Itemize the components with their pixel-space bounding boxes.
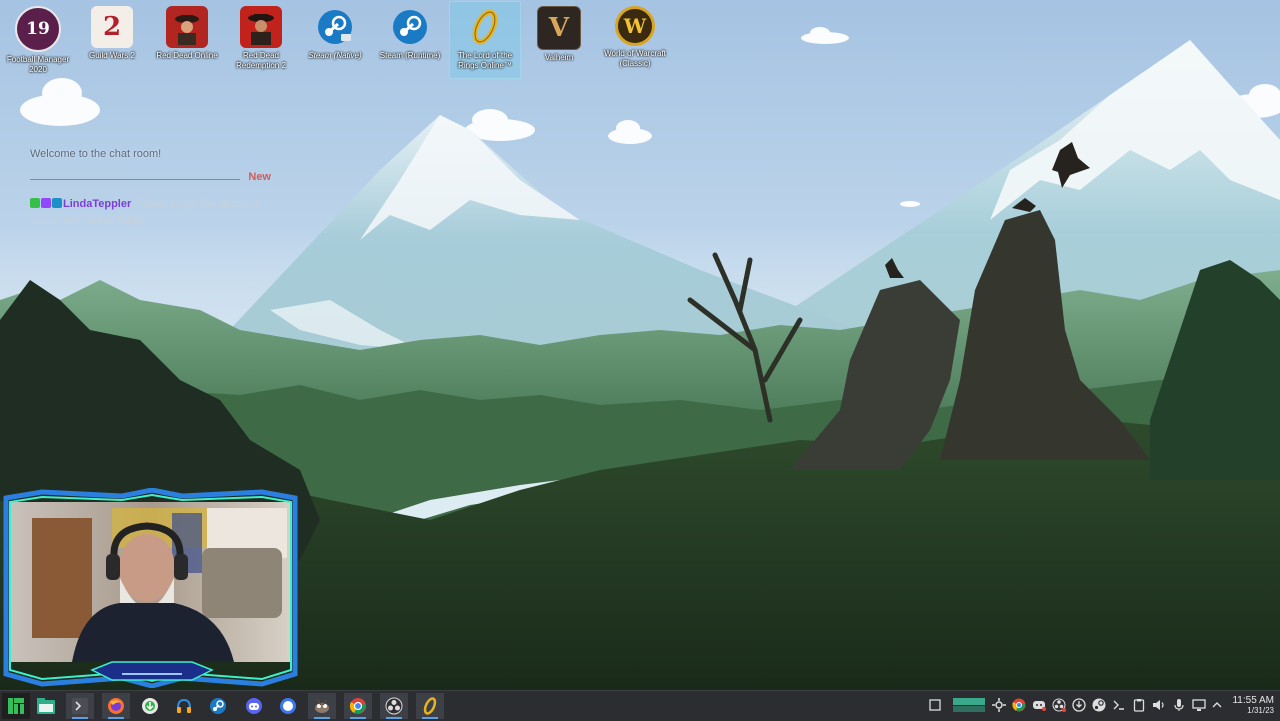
headset-app-icon: [177, 698, 191, 713]
lotro-ring-icon: [464, 6, 506, 48]
desktop-icon-label: Valheim: [544, 53, 574, 62]
manjaro-menu-icon: [8, 698, 24, 714]
guild-wars-2-icon: 2: [91, 6, 133, 48]
system-clock[interactable]: 11:55 AM 1/31/23: [1232, 695, 1274, 716]
desktop-icon-red-dead-redemption-2[interactable]: Red Dead Redemption 2: [226, 2, 296, 78]
clock-date: 1/31/23: [1247, 706, 1274, 715]
webcam-frame: [3, 488, 298, 688]
taskbar-lotro[interactable]: [416, 693, 444, 719]
show-desktop-icon: [929, 699, 941, 711]
desktop-icon-world-of-warcraft[interactable]: W World of Warcraft (Classic): [600, 2, 670, 78]
taskbar-gimp[interactable]: [308, 693, 336, 719]
crown-badge-icon: [52, 198, 62, 208]
tray-chrome[interactable]: [1012, 698, 1026, 712]
desktop-icon-label: The Lord of the Rings Online™: [457, 51, 513, 70]
lotro-ring-icon: [423, 697, 437, 715]
firefox-icon: [108, 698, 124, 714]
steam-icon: [314, 6, 356, 48]
application-menu-button[interactable]: [2, 693, 30, 719]
steam-icon: [210, 698, 226, 714]
red-dead-redemption-2-icon: [240, 6, 282, 48]
volume-control[interactable]: [1152, 698, 1166, 712]
taskbar-firefox[interactable]: [102, 693, 130, 719]
microphone-control[interactable]: [1172, 698, 1186, 712]
taskbar-obs[interactable]: [380, 693, 408, 719]
taskbar-signal[interactable]: [274, 693, 302, 719]
network-status[interactable]: [1192, 698, 1206, 712]
tray-update[interactable]: [1072, 698, 1086, 712]
desktop-icon-steam-runtime[interactable]: Steam (Runtime): [375, 2, 445, 78]
discord-icon: [246, 698, 262, 714]
virtual-desktop-pager[interactable]: [952, 698, 986, 712]
taskbar-terminal[interactable]: [66, 693, 94, 719]
file-manager-icon: [37, 698, 55, 714]
signal-icon: [280, 698, 296, 714]
tray-settings-icon: [992, 698, 1006, 712]
tray-discord-icon: [1033, 701, 1046, 711]
desktop-icon-label: Steam (Runtime): [379, 51, 441, 60]
desktop-icon-valheim[interactable]: V Valheim: [524, 2, 594, 78]
tray-obs-icon: [1052, 698, 1066, 712]
desktop-icon-label: World of Warcraft (Classic): [604, 49, 666, 68]
divider-line: [30, 179, 240, 180]
taskbar-update-manager[interactable]: [136, 693, 164, 719]
desktop-icon-label: Red Dead Redemption 2: [236, 51, 286, 70]
volume-icon: [1153, 700, 1164, 710]
desktop-icon-red-dead-online[interactable]: Red Dead Online: [152, 2, 222, 78]
desktop-icon-guild-wars-2[interactable]: 2 Guild Wars 2: [77, 2, 147, 78]
steam-icon: [389, 6, 431, 48]
twitch-badge-icon: [41, 198, 51, 208]
new-label: New: [248, 171, 271, 183]
chat-username: LindaTeppler: [63, 198, 132, 210]
chat-message: LindaTeppler: I have to get the account …: [30, 196, 275, 230]
chat-overlay: Welcome to the chat room! New LindaTeppl…: [30, 148, 275, 230]
gimp-icon: [315, 699, 329, 713]
taskbar-steam[interactable]: [204, 693, 232, 719]
new-messages-divider: New: [30, 171, 275, 186]
tray-settings[interactable]: [992, 698, 1006, 712]
tray-clipboard-icon: [1133, 699, 1145, 712]
taskbar-headset-app[interactable]: [170, 693, 198, 719]
tray-clipboard[interactable]: [1132, 698, 1146, 712]
desktop-icon-label: Football Manager 2020: [6, 55, 70, 74]
taskbar-discord[interactable]: [240, 693, 268, 719]
wow-icon: W: [615, 6, 655, 46]
update-manager-icon: [142, 698, 158, 714]
desktop-icon-lotro[interactable]: The Lord of the Rings Online™: [449, 1, 521, 79]
microphone-icon: [1174, 699, 1184, 711]
tray-chrome-icon: [1012, 698, 1026, 712]
taskbar: 11:55 AM 1/31/23: [0, 690, 1280, 721]
clock-time: 11:55 AM: [1232, 695, 1274, 706]
desktop-icon-football-manager[interactable]: 19 Football Manager 2020: [3, 2, 73, 78]
valheim-icon: V: [537, 6, 581, 50]
vip-badge-icon: [30, 198, 40, 208]
taskbar-chrome[interactable]: [344, 693, 372, 719]
desktop-icon-label: Steam (Native): [308, 51, 362, 60]
virtual-desktops-icon: [953, 698, 985, 712]
tray-terminal-icon: [1113, 700, 1124, 710]
tray-terminal[interactable]: [1112, 698, 1126, 712]
tray-steam-icon: [1092, 698, 1106, 712]
terminal-icon: [72, 698, 88, 714]
network-icon: [1192, 699, 1206, 711]
desktop-icon-label: Red Dead Online: [156, 51, 218, 60]
tray-obs[interactable]: [1052, 698, 1066, 712]
obs-icon: [385, 697, 403, 715]
tray-update-icon: [1072, 698, 1086, 712]
show-desktop-button[interactable]: [928, 698, 942, 712]
tray-expand-button[interactable]: [1210, 698, 1224, 712]
football-manager-icon: 19: [15, 6, 61, 52]
red-dead-online-icon: [166, 6, 208, 48]
tray-discord[interactable]: [1032, 698, 1046, 712]
desktop-icon-steam-native[interactable]: Steam (Native): [300, 2, 370, 78]
tray-expand-icon: [1212, 702, 1222, 708]
chat-welcome-message: Welcome to the chat room!: [30, 148, 162, 160]
chrome-icon: [349, 698, 366, 714]
tray-steam[interactable]: [1092, 698, 1106, 712]
desktop-icon-label: Guild Wars 2: [89, 51, 135, 60]
taskbar-file-manager[interactable]: [32, 693, 60, 719]
